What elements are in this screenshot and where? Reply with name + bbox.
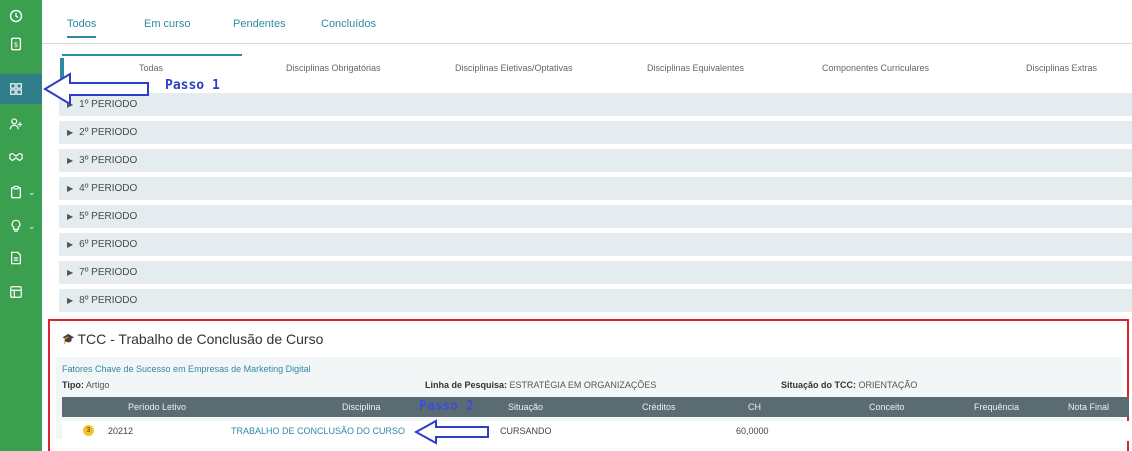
tab-disciplinas-equivalentes[interactable]: Disciplinas Equivalentes <box>647 63 744 73</box>
tcc-situacao: Situação do TCC: ORIENTAÇÃO <box>781 380 917 390</box>
sidebar-item-finance[interactable]: $ <box>0 30 42 58</box>
period-row-1[interactable]: ▶1º PERIODO <box>59 93 1132 116</box>
sidebar-item-clipboard[interactable]: ⌄ <box>0 178 42 206</box>
sidebar: $ ⌄ ⌄ <box>0 0 42 451</box>
tcc-linha: Linha de Pesquisa: ESTRATÉGIA EM ORGANIZ… <box>425 380 656 390</box>
expand-triangle-icon: ▶ <box>67 240 74 249</box>
period-label: 7º PERIODO <box>79 267 138 278</box>
tcc-tipo: Tipo: Artigo <box>62 380 109 390</box>
passo2-arrow-icon <box>414 419 489 445</box>
count-badge: 3 <box>83 425 94 436</box>
sidebar-item-file[interactable] <box>0 244 42 272</box>
column-header: CH <box>748 402 761 412</box>
column-header: Nota Final <box>1068 402 1110 412</box>
passo1-label: Passo 1 <box>165 78 220 93</box>
expand-triangle-icon: ▶ <box>67 296 74 305</box>
situacao-label: Situação do TCC: <box>781 380 857 390</box>
tcc-title: Fatores Chave de Sucesso em Empresas de … <box>62 364 311 374</box>
svg-text:$: $ <box>14 41 18 49</box>
column-header: Créditos <box>642 402 676 412</box>
tcc-table-header: Período Letivo Disciplina Situação Crédi… <box>62 397 1129 417</box>
tab-componentes-curriculares[interactable]: Componentes Curriculares <box>822 63 929 73</box>
clipboard-icon <box>10 185 22 199</box>
column-header: Frequência <box>974 402 1020 412</box>
expand-triangle-icon: ▶ <box>67 212 74 221</box>
graduation-cap-icon: 🎓 <box>62 333 75 345</box>
sidebar-item-clock[interactable] <box>0 2 42 30</box>
period-label: 2º PERIODO <box>79 127 138 138</box>
tipo-value: Artigo <box>85 380 110 390</box>
situacao-cell: CURSANDO <box>500 426 552 436</box>
status-tabs: Todos Em curso Pendentes Concluídos <box>42 0 1132 44</box>
sidebar-item-lightbulb[interactable]: ⌄ <box>0 212 42 240</box>
tab-concluidos[interactable]: Concluídos <box>321 18 376 30</box>
tab-todos[interactable]: Todos <box>67 18 97 38</box>
user-add-icon <box>9 118 23 130</box>
disciplina-link[interactable]: TRABALHO DE CONCLUSÃO DO CURSO <box>231 426 405 436</box>
app-root: $ ⌄ ⌄ Todos Em curso Pendentes Concluído… <box>0 0 1132 451</box>
passo1-arrow-icon <box>43 72 149 106</box>
tab-disciplinas-extras[interactable]: Disciplinas Extras <box>1026 63 1097 73</box>
active-tab-underline <box>62 54 242 56</box>
periodo-cell: 20212 <box>108 426 134 436</box>
layout-icon <box>10 286 22 298</box>
sidebar-item-user-add[interactable] <box>0 110 42 138</box>
period-row-7[interactable]: ▶ 7º PERIODO <box>59 261 1132 284</box>
tab-disciplinas-eletivas[interactable]: Disciplinas Eletivas/Optativas <box>455 63 573 73</box>
period-label: 6º PERIODO <box>79 239 138 250</box>
document-dollar-icon: $ <box>10 37 22 51</box>
column-header: Disciplina <box>342 402 381 412</box>
tab-disciplinas-obrigatorias[interactable]: Disciplinas Obrigatórias <box>286 63 381 73</box>
period-row-3[interactable]: ▶ 3º PERIODO <box>59 149 1132 172</box>
period-label: 4º PERIODO <box>79 183 138 194</box>
tab-pendentes[interactable]: Pendentes <box>233 18 286 30</box>
period-row-4[interactable]: ▶ 4º PERIODO <box>59 177 1132 200</box>
clock-icon <box>9 9 23 23</box>
tcc-heading: 🎓 TCC - Trabalho de Conclusão de Curso <box>62 331 323 347</box>
tcc-heading-text: TCC - Trabalho de Conclusão de Curso <box>77 331 324 347</box>
column-header: Período Letivo <box>128 402 187 412</box>
period-label: 8º PERIODO <box>79 295 138 306</box>
chevron-down-icon: ⌄ <box>28 186 36 197</box>
lightbulb-icon <box>11 219 21 232</box>
sidebar-item-grid[interactable] <box>0 74 42 104</box>
ch-cell: 60,0000 <box>736 426 769 436</box>
column-header: Conceito <box>869 402 905 412</box>
table-row: 3 20212 TRABALHO DE CONCLUSÃO DO CURSO C… <box>62 421 1129 441</box>
linha-value: ESTRATÉGIA EM ORGANIZAÇÕES <box>509 380 657 390</box>
expand-triangle-icon: ▶ <box>67 268 74 277</box>
handshake-icon <box>9 152 23 162</box>
expand-triangle-icon: ▶ <box>67 128 74 137</box>
period-row-5[interactable]: ▶ 5º PERIODO <box>59 205 1132 228</box>
period-label: 5º PERIODO <box>79 211 138 222</box>
period-row-8[interactable]: ▶ 8º PERIODO <box>59 289 1132 312</box>
sidebar-item-handshake[interactable] <box>0 143 42 171</box>
tcc-section: 🎓 TCC - Trabalho de Conclusão de Curso F… <box>48 319 1129 451</box>
tab-em-curso[interactable]: Em curso <box>144 18 190 30</box>
period-row-6[interactable]: ▶ 6º PERIODO <box>59 233 1132 256</box>
expand-triangle-icon: ▶ <box>67 156 74 165</box>
expand-triangle-icon: ▶ <box>67 184 74 193</box>
period-label: 3º PERIODO <box>79 155 138 166</box>
linha-label: Linha de Pesquisa: <box>425 380 508 390</box>
grid-icon <box>10 83 22 95</box>
column-header: Situação <box>508 402 544 412</box>
period-row-2[interactable]: ▶ 2º PERIODO <box>59 121 1132 144</box>
tipo-label: Tipo: <box>62 380 84 390</box>
sidebar-item-layout[interactable] <box>0 278 42 306</box>
file-text-icon <box>11 251 21 265</box>
chevron-down-icon: ⌄ <box>28 220 36 231</box>
situacao-value: ORIENTAÇÃO <box>858 380 918 390</box>
passo2-label: Passo 2 <box>419 399 474 414</box>
